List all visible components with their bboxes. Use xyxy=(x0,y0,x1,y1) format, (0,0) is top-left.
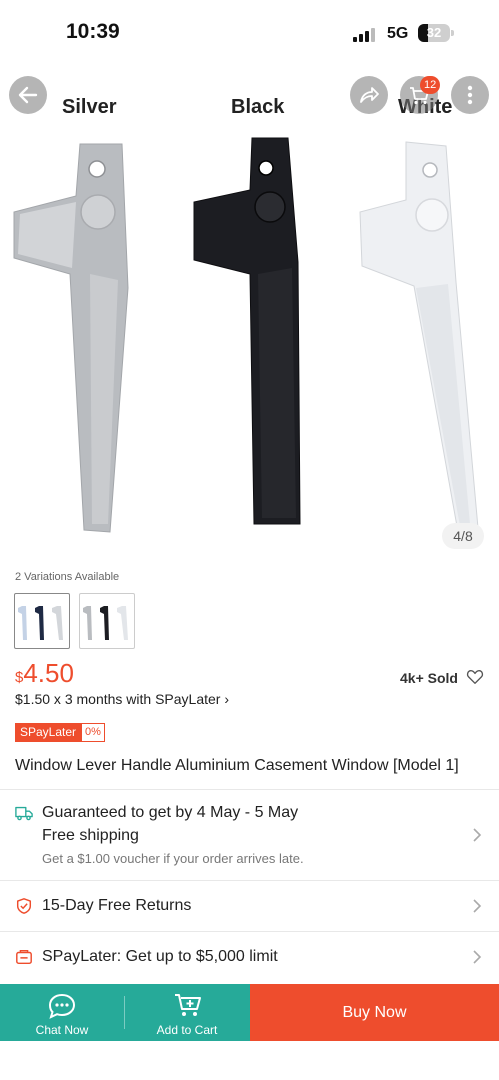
share-button[interactable] xyxy=(350,76,388,114)
arrow-left-icon xyxy=(18,86,38,104)
spaylater-icon xyxy=(16,949,32,965)
add-to-cart-button[interactable]: Add to Cart xyxy=(125,984,249,1041)
silver-handle-image xyxy=(13,143,129,533)
black-handle-image xyxy=(193,137,301,525)
status-bar: 10:39 5G 32 xyxy=(0,0,499,62)
spaylater-tag-label: SPayLater xyxy=(15,723,82,742)
buy-now-button[interactable]: Buy Now xyxy=(250,984,499,1041)
add-to-cart-label: Add to Cart xyxy=(156,1023,218,1037)
bottom-bar-left: Chat Now Add to Cart xyxy=(0,984,250,1041)
free-shipping: Free shipping xyxy=(42,827,139,844)
chat-now-button[interactable]: Chat Now xyxy=(0,984,124,1041)
back-button[interactable] xyxy=(9,76,47,114)
battery-level: 32 xyxy=(426,25,442,40)
status-time: 10:39 xyxy=(66,20,120,43)
signal-icon xyxy=(353,27,379,42)
spaylater-tag: SPayLater 0% xyxy=(15,723,105,742)
image-counter: 4/8 xyxy=(442,523,484,549)
battery-tip xyxy=(451,30,454,36)
chevron-right-icon xyxy=(473,950,482,964)
product-image-gallery[interactable]: Silver Black White xyxy=(0,62,499,562)
variation-1-image xyxy=(18,606,63,640)
cart-count-badge: 12 xyxy=(420,76,441,94)
price-amount: 4.50 xyxy=(23,658,74,688)
spaylater-tag-rate: 0% xyxy=(81,723,105,742)
sold-count: 4k+ Sold xyxy=(400,670,458,686)
chevron-right-icon xyxy=(473,899,482,913)
chat-icon xyxy=(48,993,76,1019)
more-vertical-icon xyxy=(467,85,473,105)
shipping-row[interactable]: Guaranteed to get by 4 May - 5 May Free … xyxy=(0,790,499,880)
network-type: 5G xyxy=(387,25,409,42)
variation-2-image xyxy=(83,606,128,640)
delivery-guarantee: Guaranteed to get by 4 May - 5 May xyxy=(42,804,299,821)
returns-row[interactable]: 15-Day Free Returns xyxy=(0,881,499,931)
battery-icon: 32 xyxy=(418,24,450,42)
truck-icon xyxy=(15,806,33,821)
more-button[interactable] xyxy=(451,76,489,114)
installment-link[interactable]: $1.50 x 3 months with SPayLater › xyxy=(15,691,229,707)
chevron-right-icon xyxy=(473,828,482,842)
product-title: Window Lever Handle Aluminium Casement W… xyxy=(15,757,459,774)
share-icon xyxy=(360,87,379,103)
white-handle-image xyxy=(359,141,479,533)
spaylater-label: SPayLater: Get up to $5,000 limit xyxy=(42,948,278,965)
shield-icon xyxy=(16,898,32,914)
price: $4.50 xyxy=(15,658,74,689)
color-label-silver: Silver xyxy=(62,96,117,118)
variation-thumbnail-1[interactable] xyxy=(14,593,70,649)
late-voucher-note: Get a $1.00 voucher if your order arrive… xyxy=(42,851,304,866)
variation-thumbnail-2[interactable] xyxy=(79,593,135,649)
chat-now-label: Chat Now xyxy=(35,1023,89,1037)
returns-label: 15-Day Free Returns xyxy=(42,897,192,914)
heart-icon[interactable] xyxy=(466,668,484,686)
bottom-action-bar: Chat Now Add to Cart Buy Now xyxy=(0,984,499,1041)
product-image xyxy=(13,137,479,533)
spaylater-row[interactable]: SPayLater: Get up to $5,000 limit xyxy=(0,932,499,982)
variations-label: 2 Variations Available xyxy=(15,571,120,583)
color-label-black: Black xyxy=(231,96,285,118)
add-to-cart-icon xyxy=(175,994,201,1016)
